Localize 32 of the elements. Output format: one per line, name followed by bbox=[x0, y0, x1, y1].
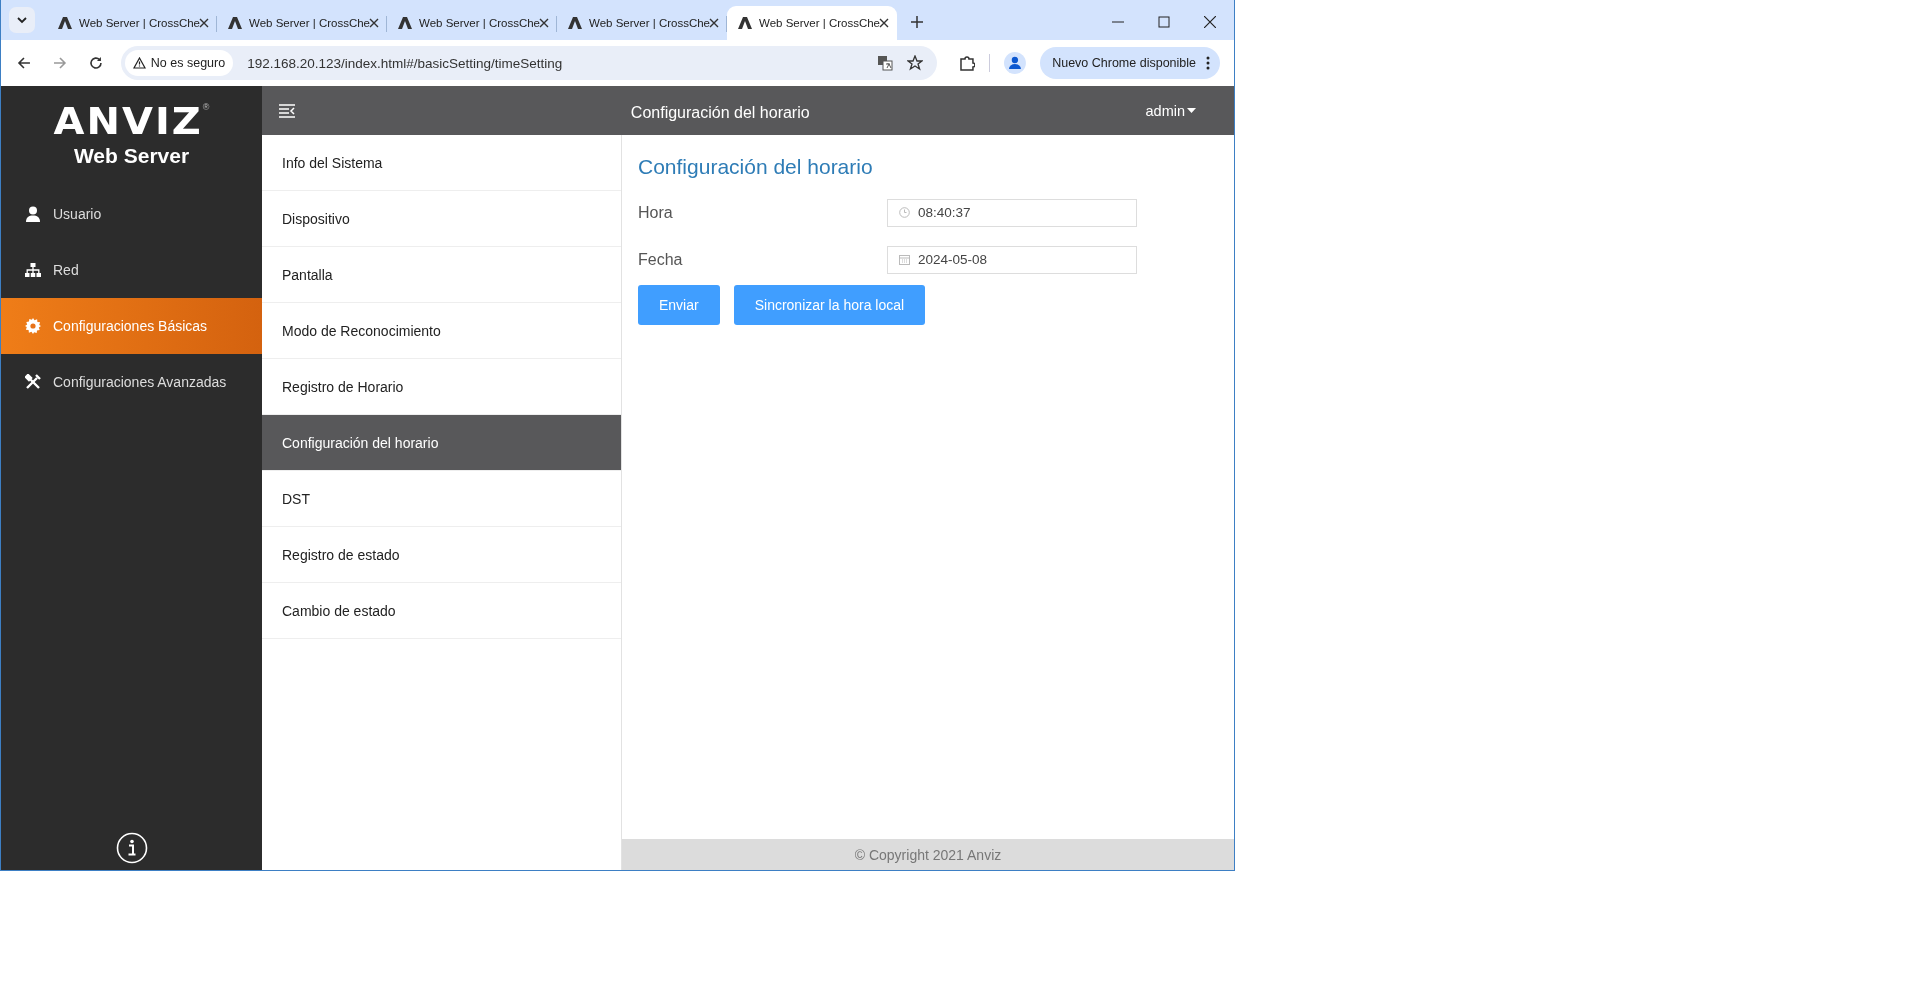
registered-mark: ® bbox=[202, 102, 210, 112]
browser-tab[interactable]: Web Server | CrossChe bbox=[217, 6, 387, 40]
submenu-item[interactable]: Cambio de estado bbox=[262, 583, 621, 639]
url-text: 192.168.20.123/index.html#/basicSetting/timeSetting bbox=[247, 55, 564, 71]
input-field[interactable]: 2024-05-08 bbox=[887, 245, 1137, 274]
input-field[interactable]: 08:40:37 bbox=[887, 198, 1137, 227]
address-bar[interactable]: No es seguro 192.168.20.123/index.html#/basicSetting/timeSetting bbox=[120, 46, 938, 80]
logo-subtitle: Web Server bbox=[73, 144, 190, 168]
field-label: Fecha bbox=[638, 250, 684, 269]
section-heading: Configuración del horario bbox=[638, 155, 874, 179]
sidebar-item[interactable]: Usuario bbox=[1, 186, 262, 242]
submenu-item[interactable]: Dispositivo bbox=[262, 191, 621, 247]
browser-tab[interactable]: Web Server | CrossChe bbox=[47, 6, 217, 40]
field-label: Hora bbox=[638, 203, 674, 222]
brand-logo: ANVIZ bbox=[53, 102, 203, 140]
page-title: Configuración del horario bbox=[629, 103, 811, 122]
submenu-item[interactable]: DST bbox=[262, 471, 621, 527]
user-menu[interactable]: admin bbox=[1145, 102, 1196, 119]
browser-tab[interactable]: Web Server | CrossChe bbox=[387, 6, 557, 40]
security-label: No es seguro bbox=[150, 56, 226, 70]
submenu-item[interactable]: Pantalla bbox=[262, 247, 621, 303]
browser-tab[interactable]: Web Server | CrossChe bbox=[557, 6, 727, 40]
sidebar-item[interactable]: Configuraciones Avanzadas bbox=[1, 354, 262, 410]
update-chrome-button[interactable]: Nuevo Chrome disponible bbox=[1040, 47, 1220, 79]
submenu-item[interactable]: Registro de estado bbox=[262, 527, 621, 583]
sidebar-item[interactable]: Red bbox=[1, 242, 262, 298]
submenu-item[interactable]: Info del Sistema bbox=[262, 135, 621, 191]
browser-tab[interactable]: Web Server | CrossChe bbox=[727, 6, 897, 40]
copyright-text: © Copyright 2021 Anviz bbox=[854, 846, 1002, 863]
security-chip[interactable]: No es seguro bbox=[124, 50, 234, 76]
submenu-item[interactable]: Configuración del horario bbox=[262, 415, 621, 471]
submenu-item[interactable]: Modo de Reconocimiento bbox=[262, 303, 621, 359]
